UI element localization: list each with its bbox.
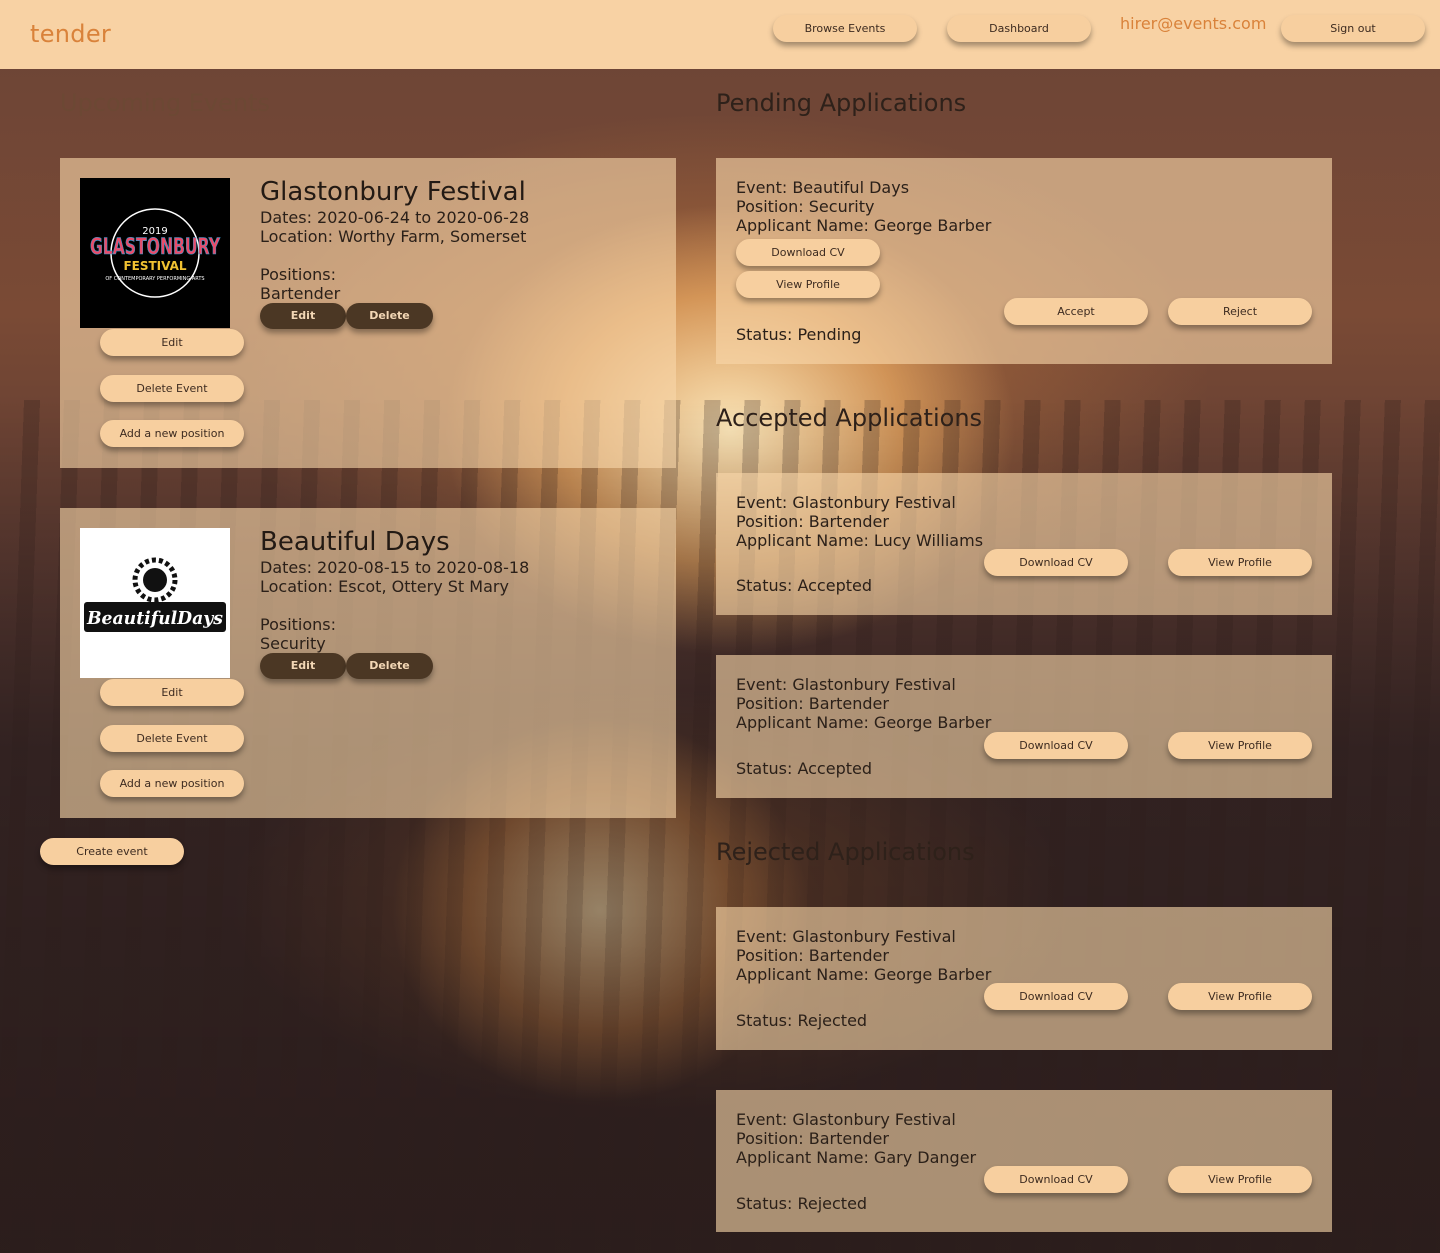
glastonbury-logo-graphic: 2019 GLASTONBURY FESTIVAL OF CONTEMPORAR… [90,208,221,298]
user-email: hirer@events.com [1120,14,1267,33]
view-profile-button[interactable]: View Profile [736,271,880,298]
application-status: Status: Rejected [736,1194,868,1213]
application-status: Status: Accepted [736,759,872,778]
application-status: Status: Rejected [736,1011,868,1030]
event-location: Location: Worthy Farm, Somerset [260,227,527,246]
accept-button[interactable]: Accept [1004,298,1148,325]
view-profile-button[interactable]: View Profile [1168,983,1312,1010]
logo-tagline: OF CONTEMPORARY PERFORMING ARTS [105,276,204,282]
logo-word: BeautifulDays [86,608,223,629]
browse-events-button[interactable]: Browse Events [773,15,917,42]
view-profile-button[interactable]: View Profile [1168,1166,1312,1193]
event-dates: Dates: 2020-06-24 to 2020-06-28 [260,208,530,227]
edit-position-button[interactable]: Edit [260,653,346,679]
delete-position-button[interactable]: Delete [346,653,433,679]
application-status: Status: Accepted [736,576,872,595]
application-position: Position: Bartender [736,512,889,531]
dashboard-button[interactable]: Dashboard [947,15,1091,42]
download-cv-button[interactable]: Download CV [736,239,880,266]
application-position: Position: Bartender [736,694,889,713]
add-position-button[interactable]: Add a new position [100,770,244,797]
delete-position-button[interactable]: Delete [346,303,433,329]
application-position: Position: Bartender [736,1129,889,1148]
delete-event-button[interactable]: Delete Event [100,375,244,402]
event-dates: Dates: 2020-08-15 to 2020-08-18 [260,558,530,577]
application-position: Position: Bartender [736,946,889,965]
add-position-button[interactable]: Add a new position [100,420,244,447]
edit-event-button[interactable]: Edit [100,679,244,706]
applicant-name: Applicant Name: Gary Danger [736,1148,977,1167]
applicant-name: Applicant Name: Lucy Williams [736,531,984,550]
pending-applications-title: Pending Applications [716,89,967,117]
view-profile-button[interactable]: View Profile [1168,732,1312,759]
view-profile-button[interactable]: View Profile [1168,549,1312,576]
edit-position-button[interactable]: Edit [260,303,346,329]
download-cv-button[interactable]: Download CV [984,549,1128,576]
sign-out-button[interactable]: Sign out [1281,15,1425,42]
delete-event-button[interactable]: Delete Event [100,725,244,752]
event-title: Glastonbury Festival [260,177,526,207]
logo-subword: FESTIVAL [123,259,186,273]
application-event: Event: Glastonbury Festival [736,675,956,694]
edit-event-button[interactable]: Edit [100,329,244,356]
application-event: Event: Beautiful Days [736,178,910,197]
positions-label: Positions: [260,265,337,284]
upcoming-events-title: Upcoming Events [60,89,271,117]
create-event-button[interactable]: Create event [40,838,184,865]
download-cv-button[interactable]: Download CV [984,983,1128,1010]
download-cv-button[interactable]: Download CV [984,732,1128,759]
applicant-name: Applicant Name: George Barber [736,216,992,235]
event-location: Location: Escot, Ottery St Mary [260,577,509,596]
top-nav-bar: tender Browse Events Dashboard hirer@eve… [0,0,1440,69]
beautiful-days-logo-graphic: BeautifulDays [84,557,226,632]
position-item: Security [260,634,326,653]
download-cv-button[interactable]: Download CV [984,1166,1128,1193]
application-event: Event: Glastonbury Festival [736,927,956,946]
application-position: Position: Security [736,197,875,216]
beautiful-days-logo-image: BeautifulDays [80,528,230,678]
position-item: Bartender [260,284,341,303]
application-event: Event: Glastonbury Festival [736,493,956,512]
rejected-applications-title: Rejected Applications [716,838,975,866]
glastonbury-logo-image: 2019 GLASTONBURY FESTIVAL OF CONTEMPORAR… [80,178,230,328]
event-title: Beautiful Days [260,527,450,557]
logo-word: GLASTONBURY [90,235,221,260]
application-status: Status: Pending [736,325,862,344]
applicant-name: Applicant Name: George Barber [736,965,992,984]
reject-button[interactable]: Reject [1168,298,1312,325]
applicant-name: Applicant Name: George Barber [736,713,992,732]
application-event: Event: Glastonbury Festival [736,1110,956,1129]
positions-label: Positions: [260,615,337,634]
brand-logo[interactable]: tender [30,20,111,48]
accepted-applications-title: Accepted Applications [716,404,983,432]
